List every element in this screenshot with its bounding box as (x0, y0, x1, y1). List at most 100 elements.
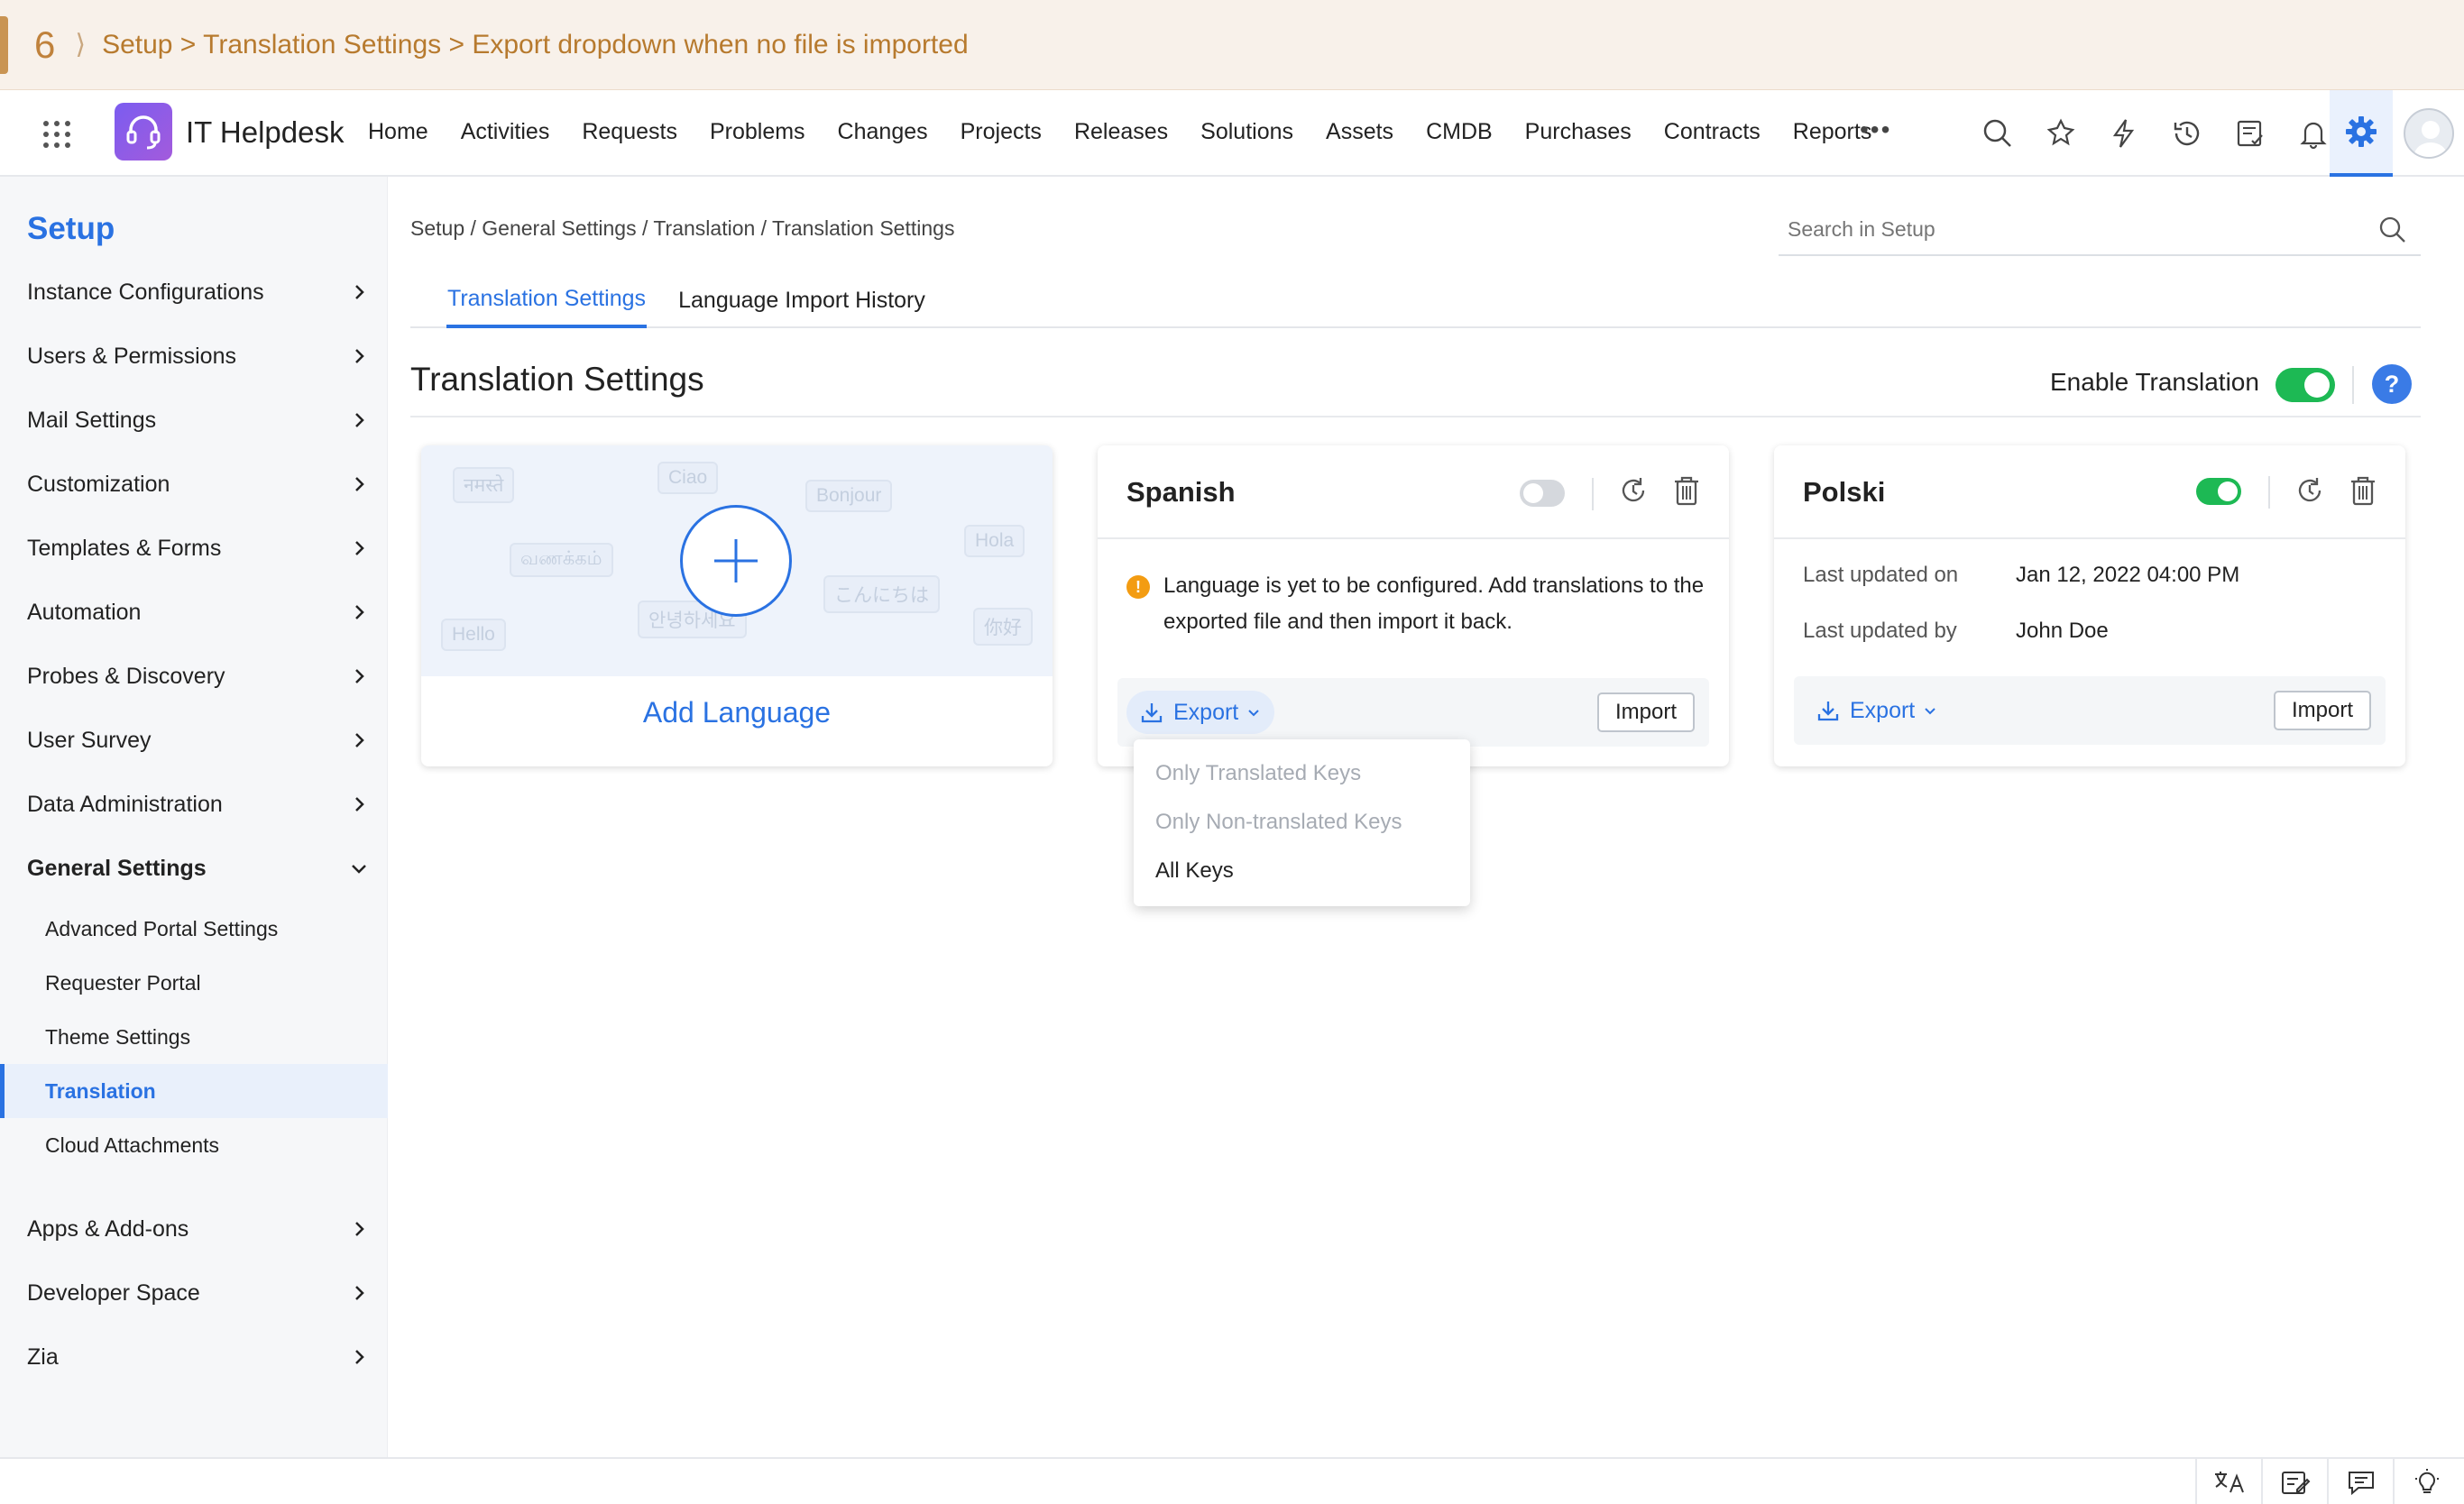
export-button[interactable]: Export (1126, 691, 1275, 734)
nav-problems[interactable]: Problems (710, 119, 805, 145)
chevron-right-icon (355, 797, 364, 812)
refresh-icon[interactable] (1615, 472, 1651, 509)
nav-changes[interactable]: Changes (838, 119, 928, 145)
export-button[interactable]: Export (1803, 689, 1951, 732)
sidebar-item-label: Zia (27, 1344, 59, 1370)
sidebar-item-customization[interactable]: Customization (0, 457, 388, 511)
language-title: Spanish (1126, 476, 1236, 508)
plus-icon[interactable] (680, 505, 792, 617)
sidebar-item-apps-addons[interactable]: Apps & Add-ons (0, 1202, 388, 1256)
translate-icon[interactable] (2195, 1459, 2261, 1504)
export-option-non-translated-keys[interactable]: Only Non-translated Keys (1155, 810, 1402, 835)
greeting-word: Bonjour (805, 480, 893, 512)
nav-projects[interactable]: Projects (961, 119, 1042, 145)
help-icon[interactable]: ? (2372, 364, 2412, 404)
lightning-icon[interactable] (2092, 110, 2156, 157)
greeting-word: こんにちは (823, 575, 940, 613)
sidebar-sub-translation[interactable]: Translation (0, 1064, 388, 1118)
chevron-down-icon (1925, 708, 1935, 715)
nav-activities[interactable]: Activities (461, 119, 550, 145)
language-toggle[interactable] (1520, 480, 1565, 507)
divider (1592, 478, 1594, 510)
sidebar-item-zia[interactable]: Zia (0, 1330, 388, 1384)
nav-purchases[interactable]: Purchases (1525, 119, 1632, 145)
nav-solutions[interactable]: Solutions (1200, 119, 1293, 145)
sidebar-sub-advanced-portal-settings[interactable]: Advanced Portal Settings (0, 902, 388, 956)
add-language-link[interactable]: Add Language (421, 696, 1053, 729)
tab-language-import-history[interactable]: Language Import History (667, 272, 937, 328)
sidebar-sub-requester-portal[interactable]: Requester Portal (0, 956, 388, 1010)
nav-home[interactable]: Home (368, 119, 428, 145)
polski-language-card: Polski Last updated on Jan 12, 2022 04:0… (1774, 445, 2405, 766)
chevron-right-icon (355, 285, 364, 299)
sidebar-item-general-settings[interactable]: General Settings (0, 841, 388, 895)
sidebar-sub-label: Theme Settings (45, 1024, 191, 1049)
avatar[interactable] (2404, 108, 2454, 159)
language-toggle[interactable] (2196, 478, 2241, 505)
greeting-word: Ciao (657, 462, 719, 494)
tutorial-banner: 6 ⟩ Setup > Translation Settings > Expor… (0, 0, 2464, 90)
card-actions: Export Import (1794, 676, 2386, 745)
sidebar-item-label: Instance Configurations (27, 279, 264, 305)
search-icon[interactable] (1966, 110, 2029, 157)
sidebar-item-data-administration[interactable]: Data Administration (0, 777, 388, 831)
banner-step: 6 (34, 23, 56, 66)
divider (2268, 476, 2270, 509)
app-title[interactable]: IT Helpdesk (186, 115, 344, 150)
delete-icon[interactable] (2345, 472, 2381, 509)
history-icon[interactable] (2156, 110, 2219, 157)
sidebar-item-templates-forms[interactable]: Templates & Forms (0, 521, 388, 575)
sidebar-item-automation[interactable]: Automation (0, 585, 388, 639)
checklist-icon[interactable] (2219, 110, 2282, 157)
sidebar-sub-theme-settings[interactable]: Theme Settings (0, 1010, 388, 1064)
sidebar-sub-label: Requester Portal (45, 970, 201, 995)
import-button[interactable]: Import (1596, 692, 1695, 732)
sidebar-item-probes-discovery[interactable]: Probes & Discovery (0, 649, 388, 703)
greeting-word: 你好 (973, 608, 1033, 646)
banner-separator: ⟩ (75, 30, 87, 60)
enable-translation-toggle[interactable] (2276, 368, 2335, 402)
app-launcher-icon[interactable] (43, 121, 70, 148)
sidebar-item-developer-space[interactable]: Developer Space (0, 1266, 388, 1320)
notes-icon[interactable] (2261, 1459, 2327, 1504)
nav-releases[interactable]: Releases (1074, 119, 1168, 145)
nav-requests[interactable]: Requests (582, 119, 677, 145)
export-option-all-keys[interactable]: All Keys (1155, 858, 1234, 884)
add-language-card[interactable]: नमस्ते Ciao Bonjour Hola வணக்கம் こんにちは H… (421, 445, 1053, 766)
title-divider (410, 416, 2421, 417)
chat-icon[interactable] (2327, 1459, 2393, 1504)
sidebar-sub-cloud-attachments[interactable]: Cloud Attachments (0, 1118, 388, 1172)
nav-icon-group (1966, 110, 2345, 157)
last-updated-by-value: John Doe (2016, 619, 2109, 643)
refresh-icon[interactable] (2292, 472, 2328, 509)
export-option-translated-keys[interactable]: Only Translated Keys (1155, 761, 1361, 786)
top-navigation: IT Helpdesk Home Activities Requests Pro… (0, 90, 2464, 177)
nav-assets[interactable]: Assets (1326, 119, 1393, 145)
tab-translation-settings[interactable]: Translation Settings (446, 272, 647, 328)
chevron-right-icon (355, 349, 364, 363)
sidebar-item-mail-settings[interactable]: Mail Settings (0, 393, 388, 447)
nav-contracts[interactable]: Contracts (1664, 119, 1761, 145)
bulb-icon[interactable] (2393, 1459, 2459, 1504)
gear-icon[interactable] (2330, 90, 2393, 177)
sidebar-item-instance-configurations[interactable]: Instance Configurations (0, 265, 388, 319)
sidebar-item-users-permissions[interactable]: Users & Permissions (0, 329, 388, 383)
more-menu-icon[interactable]: ••• (1860, 115, 1891, 144)
sidebar-item-label: Customization (27, 471, 170, 497)
download-icon (1141, 703, 1163, 723)
setup-sidebar: Setup Instance Configurations Users & Pe… (0, 177, 388, 1457)
languages-illustration: नमस्ते Ciao Bonjour Hola வணக்கம் こんにちは H… (421, 445, 1053, 676)
setup-search (1779, 204, 2421, 256)
breadcrumb[interactable]: Setup / General Settings / Translation /… (410, 216, 954, 241)
last-updated-on-label: Last updated on (1803, 563, 1959, 587)
search-input[interactable] (1779, 216, 2338, 242)
magic-icon[interactable] (2029, 110, 2092, 157)
sidebar-item-user-survey[interactable]: User Survey (0, 713, 388, 767)
nav-links: Home Activities Requests Problems Change… (368, 119, 1904, 145)
greeting-word: Hola (964, 525, 1025, 557)
delete-icon[interactable] (1669, 472, 1705, 509)
import-button[interactable]: Import (2273, 691, 2371, 730)
chevron-right-icon (355, 605, 364, 619)
nav-cmdb[interactable]: CMDB (1426, 119, 1493, 145)
search-icon[interactable] (2377, 215, 2408, 245)
